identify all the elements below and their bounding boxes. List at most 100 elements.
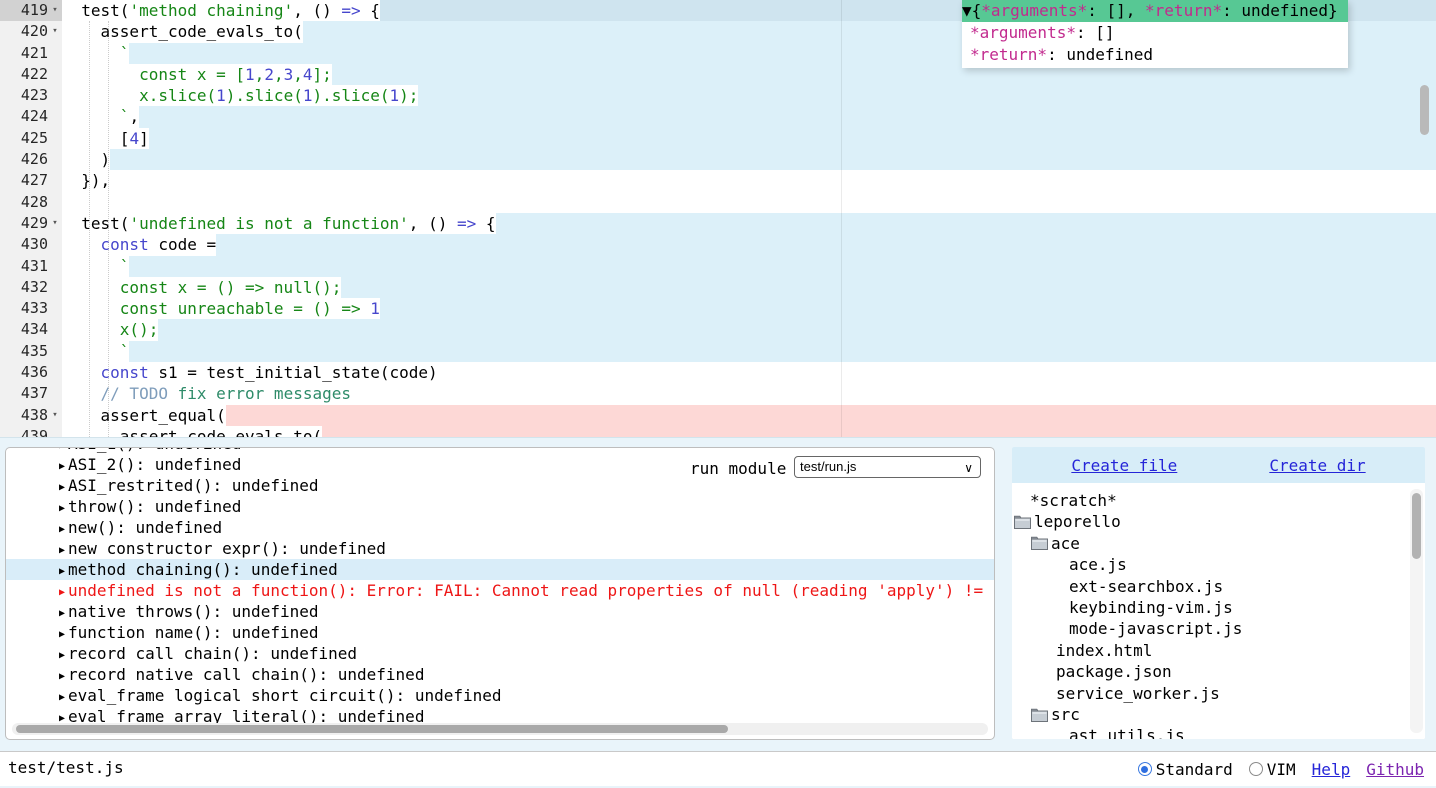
line-number[interactable]: 437 <box>0 383 62 404</box>
run-module-select[interactable]: test/run.js ∨ <box>794 456 981 478</box>
line-number[interactable]: 421 <box>0 43 62 64</box>
code-line[interactable]: 424 `, <box>0 106 1436 127</box>
code-line[interactable]: 439 assert_code_evals_to( <box>0 426 1436 438</box>
line-number[interactable]: 427 <box>0 170 62 191</box>
tree-file-row[interactable]: index.html <box>1012 640 1425 661</box>
fold-arrow-icon[interactable]: ▾ <box>48 213 62 234</box>
test-result-row[interactable]: ▶record call chain(): undefined <box>6 643 994 664</box>
mode-standard[interactable]: Standard <box>1138 760 1233 779</box>
editor-vertical-scrollbar[interactable] <box>1420 85 1429 135</box>
tree-folder-row[interactable]: leporello <box>1012 511 1425 532</box>
test-result-row[interactable]: ▶undefined is not a function(): Error: F… <box>6 580 994 601</box>
code-line[interactable]: 434 x(); <box>0 319 1436 340</box>
test-result-text: record call chain(): undefined <box>68 644 357 663</box>
line-number[interactable]: 420▾ <box>0 21 62 42</box>
test-result-row[interactable]: ▶eval_frame logical short circuit(): und… <box>6 685 994 706</box>
expand-arrow-icon[interactable]: ▶ <box>59 629 65 640</box>
test-result-row[interactable]: ▶method chaining(): undefined <box>6 559 994 580</box>
line-number[interactable]: 432 <box>0 277 62 298</box>
create-dir-link[interactable]: Create dir <box>1269 456 1365 475</box>
expand-arrow-icon[interactable]: ▶ <box>59 482 65 493</box>
test-result-row[interactable]: ▶native throws(): undefined <box>6 601 994 622</box>
vim-radio[interactable] <box>1249 762 1263 776</box>
tree-file-row[interactable]: service_worker.js <box>1012 683 1425 704</box>
line-number[interactable]: 431 <box>0 256 62 277</box>
code-line[interactable]: 435 ` <box>0 341 1436 362</box>
expand-arrow-icon[interactable]: ▶ <box>59 608 65 619</box>
line-number[interactable]: 438▾ <box>0 405 62 426</box>
test-result-row[interactable]: ▶new constructor expr(): undefined <box>6 538 994 559</box>
expand-arrow-icon[interactable]: ▶ <box>59 671 65 682</box>
line-number[interactable]: 436 <box>0 362 62 383</box>
tree-file-row[interactable]: keybinding-vim.js <box>1012 597 1425 618</box>
tooltip-row[interactable]: *return*: undefined <box>962 44 1348 66</box>
expand-arrow-icon[interactable]: ▶ <box>59 503 65 514</box>
file-tree-scrollbar-thumb[interactable] <box>1412 493 1421 559</box>
mode-vim[interactable]: VIM <box>1249 760 1296 779</box>
line-number-text: 419 <box>21 0 48 21</box>
tree-file-row[interactable]: ast_utils.js <box>1012 725 1425 739</box>
expand-arrow-icon[interactable]: ▶ <box>59 545 65 556</box>
expand-arrow-icon[interactable]: ▶ <box>59 566 65 577</box>
line-number[interactable]: 433 <box>0 298 62 319</box>
line-number[interactable]: 429▾ <box>0 213 62 234</box>
code-line[interactable]: 430 const code = <box>0 234 1436 255</box>
expand-arrow-icon[interactable]: ▶ <box>59 587 65 598</box>
line-number[interactable]: 425 <box>0 128 62 149</box>
code-line[interactable]: 427 }), <box>0 170 1436 191</box>
test-result-row[interactable]: ▶new(): undefined <box>6 517 994 538</box>
code-line[interactable]: 433 const unreachable = () => 1 <box>0 298 1436 319</box>
results-horizontal-scrollbar-thumb[interactable] <box>16 725 728 733</box>
create-file-link[interactable]: Create file <box>1071 456 1177 475</box>
github-link[interactable]: Github <box>1366 760 1424 779</box>
tree-file-row[interactable]: ext-searchbox.js <box>1012 576 1425 597</box>
code-line-text: const s1 = test_initial_state(code) <box>62 362 1436 383</box>
line-number[interactable]: 428 <box>0 192 62 213</box>
code-line[interactable]: 432 const x = () => null(); <box>0 277 1436 298</box>
line-number[interactable]: 423 <box>0 85 62 106</box>
test-result-row[interactable]: ▶throw(): undefined <box>6 496 994 517</box>
code-line[interactable]: 425 [4] <box>0 128 1436 149</box>
code-line[interactable]: 429▾ test('undefined is not a function',… <box>0 213 1436 234</box>
code-line[interactable]: 426 ) <box>0 149 1436 170</box>
tree-file-row[interactable]: package.json <box>1012 661 1425 682</box>
tooltip-row[interactable]: *arguments*: [] <box>962 22 1348 44</box>
line-number[interactable]: 419▾ <box>0 0 62 21</box>
tree-folder-row[interactable]: ace <box>1012 533 1425 554</box>
line-number[interactable]: 434 <box>0 319 62 340</box>
line-number[interactable]: 426 <box>0 149 62 170</box>
code-line[interactable]: 437 // TODO fix error messages <box>0 383 1436 404</box>
help-link[interactable]: Help <box>1312 760 1351 779</box>
fold-arrow-icon[interactable]: ▾ <box>48 405 62 426</box>
fold-arrow-icon[interactable]: ▾ <box>48 0 62 21</box>
expand-arrow-icon[interactable]: ▶ <box>59 692 65 703</box>
line-number[interactable]: 439 <box>0 426 62 438</box>
code-line[interactable]: 436 const s1 = test_initial_state(code) <box>0 362 1436 383</box>
file-tree-panel[interactable]: Create file Create dir *scratch*leporell… <box>1012 447 1425 739</box>
tree-file-row[interactable]: ace.js <box>1012 554 1425 575</box>
expand-arrow-icon[interactable]: ▶ <box>59 461 65 472</box>
line-number[interactable]: 435 <box>0 341 62 362</box>
line-number[interactable]: 430 <box>0 234 62 255</box>
tree-folder-row[interactable]: src <box>1012 704 1425 725</box>
standard-radio[interactable] <box>1138 762 1152 776</box>
code-line[interactable]: 438▾ assert_equal( <box>0 405 1436 426</box>
tree-file-row[interactable]: mode-javascript.js <box>1012 618 1425 639</box>
token <box>62 106 101 127</box>
fold-arrow-icon[interactable]: ▾ <box>48 21 62 42</box>
line-number[interactable]: 424 <box>0 106 62 127</box>
expand-arrow-icon[interactable]: ▶ <box>59 524 65 535</box>
results-horizontal-scrollbar-track[interactable] <box>12 723 988 735</box>
tooltip-header[interactable]: ▼{*arguments*: [], *return*: undefined} <box>962 0 1348 22</box>
test-result-row[interactable]: ▶function name(): undefined <box>6 622 994 643</box>
line-number[interactable]: 422 <box>0 64 62 85</box>
code-line[interactable]: 431 ` <box>0 256 1436 277</box>
tree-file-row[interactable]: *scratch* <box>1012 490 1425 511</box>
expand-arrow-icon[interactable]: ▶ <box>59 650 65 661</box>
test-result-row[interactable]: ▶ASI_restrited(): undefined <box>6 475 994 496</box>
token: // TODO <box>101 383 168 404</box>
code-line[interactable]: 428 <box>0 192 1436 213</box>
test-results-panel[interactable]: ▶ASI_1(): undefined ▶ASI_2(): undefined▶… <box>5 447 995 740</box>
test-result-row[interactable]: ▶record native call chain(): undefined <box>6 664 994 685</box>
code-line[interactable]: 423 x.slice(1).slice(1).slice(1); <box>0 85 1436 106</box>
